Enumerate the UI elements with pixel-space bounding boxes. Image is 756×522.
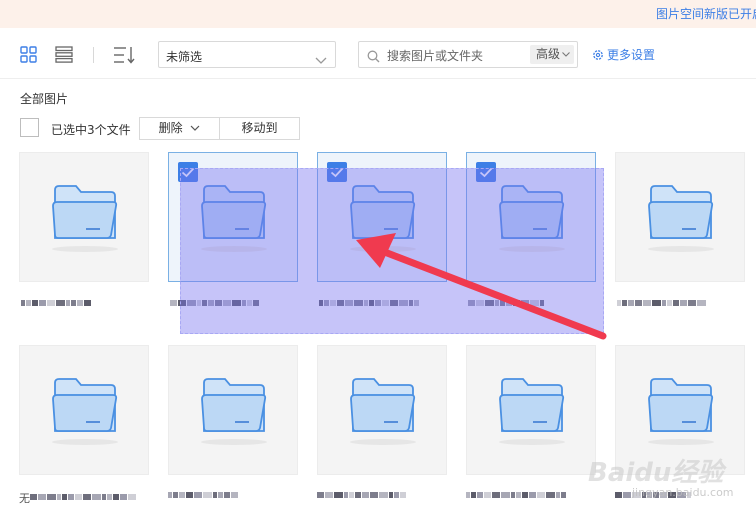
baidu-watermark: Baidu经验 [588,458,724,488]
watermark-url: jingyan.baidu.com [632,486,734,499]
annotation-arrow [356,233,607,340]
